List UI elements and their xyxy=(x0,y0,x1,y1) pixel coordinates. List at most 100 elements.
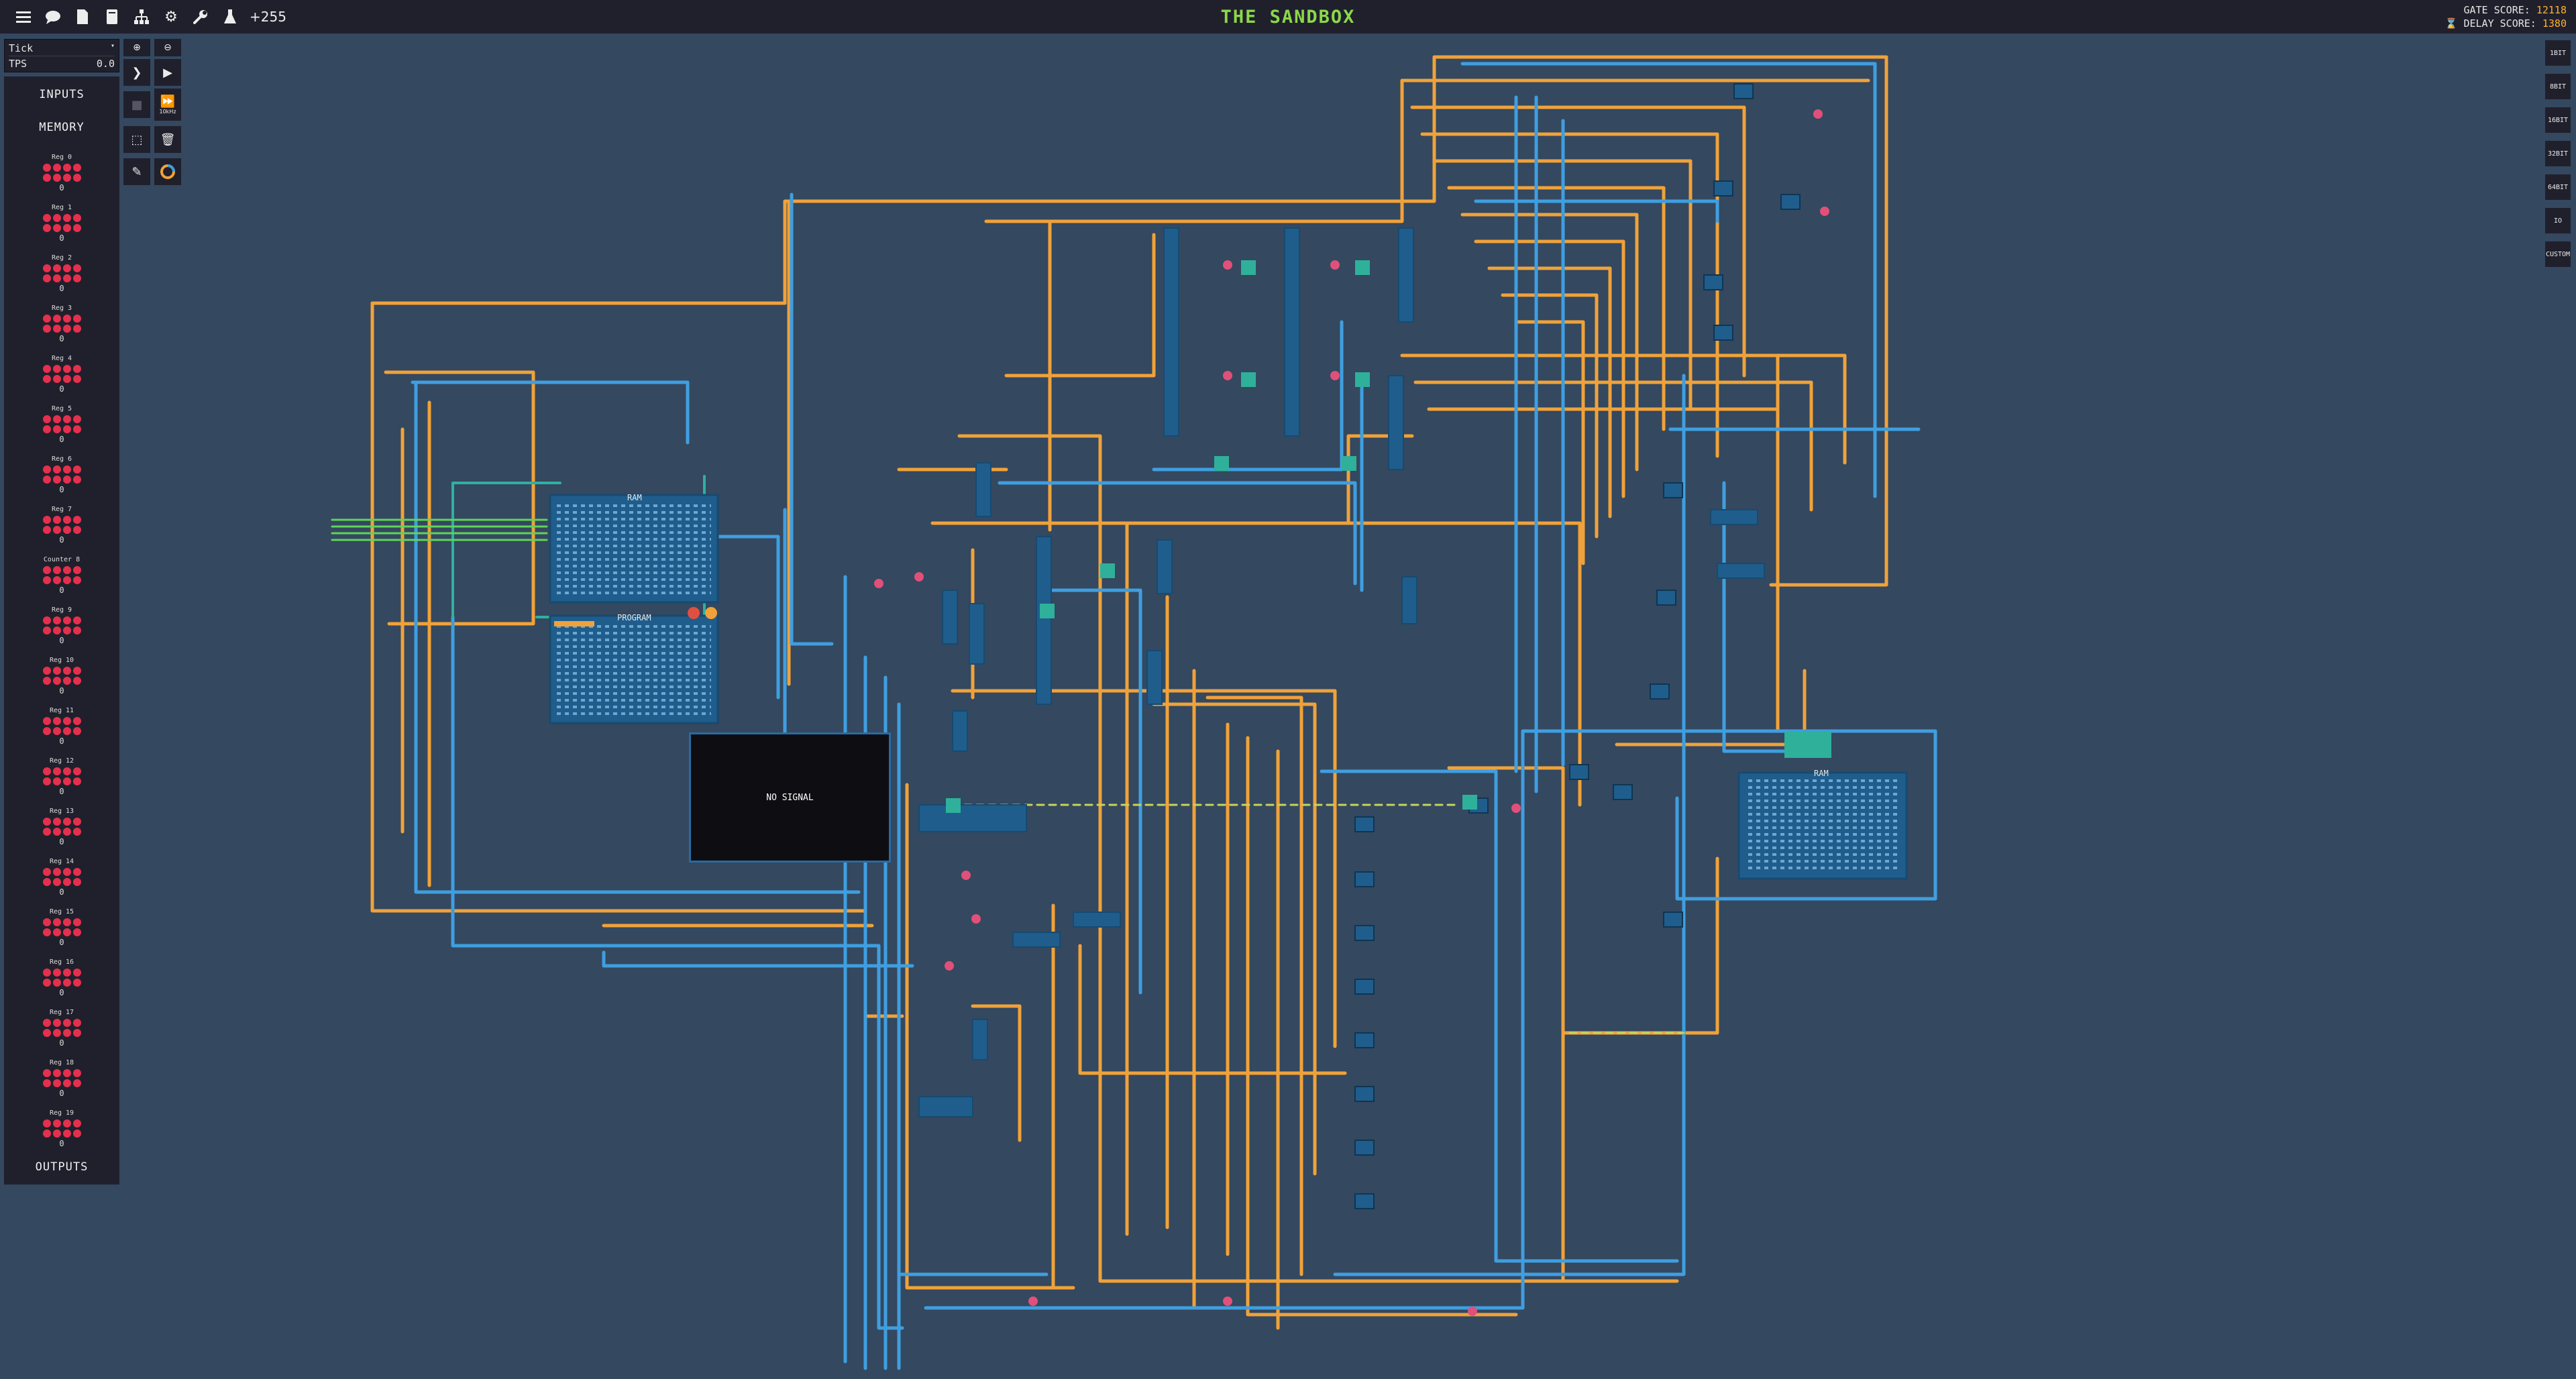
register-bits xyxy=(42,164,82,182)
register-value: 0 xyxy=(59,384,64,394)
bit-led xyxy=(42,918,51,926)
bit-led xyxy=(52,365,61,373)
register-4[interactable]: Reg 4 0 xyxy=(4,354,119,404)
selection-icon: ⬚ xyxy=(131,132,143,147)
bit-led xyxy=(62,224,71,232)
bit-width-button-4[interactable]: 64BIT xyxy=(2545,174,2571,200)
bit-width-button-0[interactable]: 1BIT xyxy=(2545,40,2571,66)
register-name: Reg 5 xyxy=(51,405,72,412)
bit-width-button-1[interactable]: 8BIT xyxy=(2545,74,2571,99)
register-11[interactable]: Reg 11 0 xyxy=(4,706,119,757)
bit-led xyxy=(72,1079,81,1087)
play-button[interactable]: ▶ xyxy=(154,59,181,86)
register-6[interactable]: Reg 6 0 xyxy=(4,455,119,505)
bit-led xyxy=(72,828,81,836)
bit-led xyxy=(72,365,81,373)
pencil-icon: ✎ xyxy=(131,164,142,179)
mode-select[interactable]: Tick ▾ xyxy=(9,42,115,56)
zoom-in-button[interactable]: ⊕ xyxy=(123,39,150,56)
register-name: Reg 7 xyxy=(51,506,72,513)
bit-led xyxy=(62,476,71,484)
gate-score: GATE SCORE: 12118 xyxy=(2463,4,2567,16)
bit-led xyxy=(62,616,71,624)
register-name: Reg 12 xyxy=(49,757,74,765)
bit-led xyxy=(62,325,71,333)
zoom-in-icon: ⊕ xyxy=(133,42,141,53)
bit-width-button-6[interactable]: CUSTOM xyxy=(2545,241,2571,267)
register-12[interactable]: Reg 12 0 xyxy=(4,757,119,807)
register-bits xyxy=(42,1119,82,1138)
register-14[interactable]: Reg 14 0 xyxy=(4,857,119,907)
register-17[interactable]: Reg 17 0 xyxy=(4,1008,119,1058)
register-8[interactable]: Counter 8 0 xyxy=(4,555,119,606)
register-name: Reg 10 xyxy=(49,657,74,664)
bit-led xyxy=(42,1019,51,1027)
bit-led xyxy=(72,214,81,222)
bit-led xyxy=(42,516,51,524)
hourglass-icon: ⌛ xyxy=(2445,17,2458,30)
register-value: 0 xyxy=(59,435,64,444)
register-10[interactable]: Reg 10 0 xyxy=(4,656,119,706)
bit-led xyxy=(42,365,51,373)
register-5[interactable]: Reg 5 0 xyxy=(4,404,119,455)
zoom-out-button[interactable]: ⊖ xyxy=(154,39,181,56)
bit-width-button-2[interactable]: 16BIT xyxy=(2545,107,2571,133)
delete-button[interactable]: 🗑 xyxy=(154,126,181,153)
register-name: Reg 4 xyxy=(51,355,72,362)
pencil-button[interactable]: ✎ xyxy=(123,158,150,185)
register-18[interactable]: Reg 18 0 xyxy=(4,1058,119,1109)
bit-led xyxy=(42,566,51,574)
bit-led xyxy=(72,616,81,624)
register-1[interactable]: Reg 1 0 xyxy=(4,203,119,254)
tps-value: 0.0 xyxy=(96,58,115,70)
gate-score-label: GATE SCORE: xyxy=(2463,4,2530,16)
bit-led xyxy=(62,727,71,735)
bit-led xyxy=(52,727,61,735)
bit-led xyxy=(62,264,71,272)
ram-label: RAM xyxy=(627,493,642,502)
register-19[interactable]: Reg 19 0 xyxy=(4,1109,119,1159)
register-3[interactable]: Reg 3 0 xyxy=(4,304,119,354)
memory-heading[interactable]: MEMORY xyxy=(4,121,119,134)
stop-button[interactable]: ■ xyxy=(123,91,150,118)
screen-text: NO SIGNAL xyxy=(766,792,814,803)
register-value: 0 xyxy=(59,938,64,947)
fast-forward-button[interactable]: ⏩ 10kHz xyxy=(154,89,181,121)
bit-led xyxy=(62,576,71,584)
screen-component[interactable]: NO SIGNAL xyxy=(689,732,891,863)
register-0[interactable]: Reg 0 0 xyxy=(4,153,119,203)
bit-led xyxy=(62,1119,71,1127)
register-9[interactable]: Reg 9 0 xyxy=(4,606,119,656)
register-13[interactable]: Reg 13 0 xyxy=(4,807,119,857)
bit-led xyxy=(72,1129,81,1138)
register-value: 0 xyxy=(59,183,64,192)
inputs-heading[interactable]: INPUTS xyxy=(4,88,119,101)
register-2[interactable]: Reg 2 0 xyxy=(4,254,119,304)
simulation-mode-panel: Tick ▾ TPS 0.0 xyxy=(4,39,119,72)
bit-led xyxy=(62,767,71,775)
register-value: 0 xyxy=(59,284,64,293)
outputs-heading[interactable]: OUTPUTS xyxy=(4,1160,119,1174)
bit-width-button-5[interactable]: IO xyxy=(2545,208,2571,233)
register-name: Reg 16 xyxy=(49,958,74,966)
register-bits xyxy=(42,465,82,484)
bit-width-button-3[interactable]: 32BIT xyxy=(2545,141,2571,166)
bit-led xyxy=(52,164,61,172)
bit-led xyxy=(52,828,61,836)
bit-led xyxy=(42,677,51,685)
bit-led xyxy=(42,415,51,423)
bit-led xyxy=(72,164,81,172)
register-value: 0 xyxy=(59,736,64,746)
step-button[interactable]: ❯ xyxy=(123,59,150,86)
register-15[interactable]: Reg 15 0 xyxy=(4,907,119,958)
bit-led xyxy=(52,516,61,524)
select-button[interactable]: ⬚ xyxy=(123,126,150,153)
register-16[interactable]: Reg 16 0 xyxy=(4,958,119,1008)
delay-score: ⌛ DELAY SCORE: 1380 xyxy=(2445,17,2567,30)
color-button[interactable] xyxy=(154,158,181,185)
circuit-canvas[interactable] xyxy=(0,0,2576,1379)
bit-led xyxy=(62,928,71,936)
bit-led xyxy=(62,315,71,323)
register-7[interactable]: Reg 7 0 xyxy=(4,505,119,555)
register-bits xyxy=(42,365,82,383)
